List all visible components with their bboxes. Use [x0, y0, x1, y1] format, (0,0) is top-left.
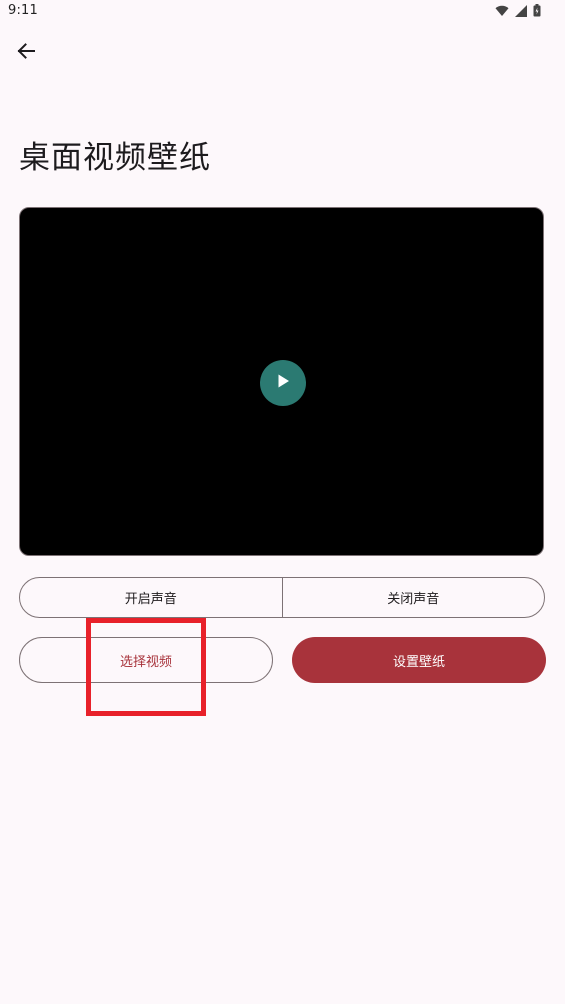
arrow-back-icon [17, 42, 35, 64]
back-button[interactable] [10, 37, 42, 69]
wifi-icon [495, 5, 509, 17]
select-video-button[interactable]: 选择视频 [19, 637, 273, 683]
battery-icon [533, 4, 541, 17]
video-player[interactable] [19, 207, 544, 556]
status-time: 9:11 [8, 3, 38, 18]
signal-icon [515, 4, 527, 17]
status-bar: 9:11 [0, 0, 565, 24]
play-button[interactable] [260, 360, 306, 406]
sound-toggle: 开启声音 关闭声音 [19, 577, 545, 618]
set-wallpaper-button[interactable]: 设置壁纸 [292, 637, 546, 683]
status-icons [495, 4, 541, 17]
sound-off-button[interactable]: 关闭声音 [281, 578, 545, 617]
sound-on-button[interactable]: 开启声音 [20, 578, 282, 617]
play-icon [275, 373, 291, 393]
page-title: 桌面视频壁纸 [19, 140, 211, 176]
